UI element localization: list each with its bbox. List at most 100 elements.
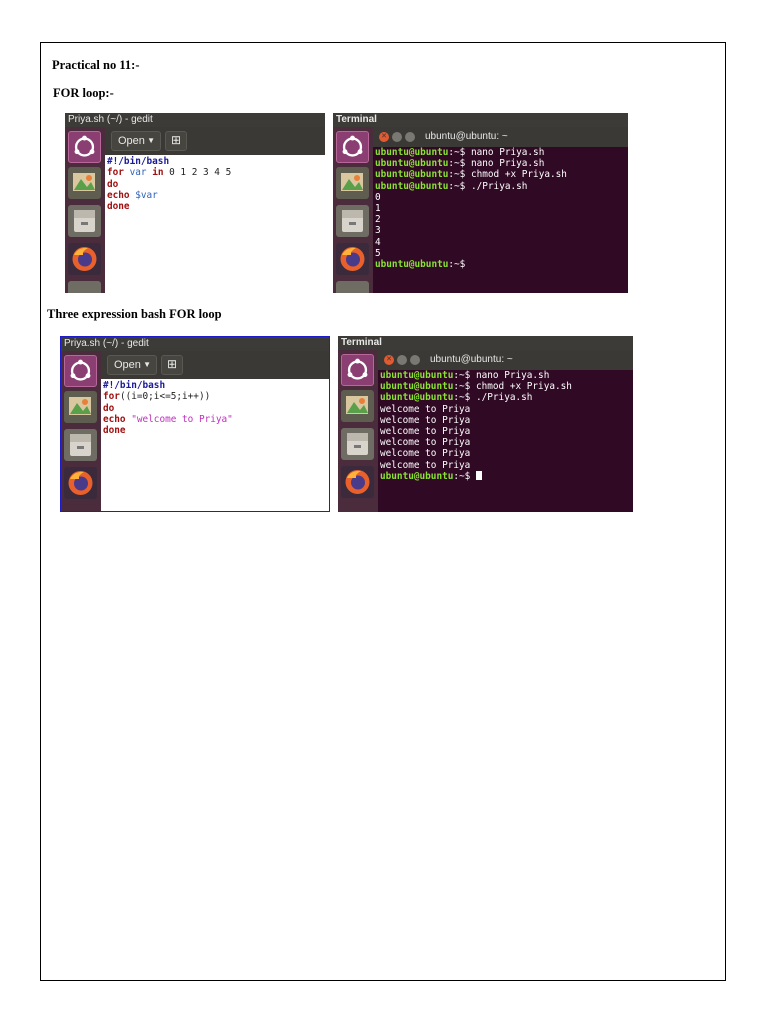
gedit-title-bar: Priya.sh (~/) - gedit bbox=[61, 337, 329, 351]
code-variable: var bbox=[129, 167, 147, 179]
image-viewer-icon[interactable] bbox=[341, 390, 374, 422]
gedit-title-bar: Priya.sh (~/) - gedit bbox=[65, 113, 325, 127]
image-viewer-icon[interactable] bbox=[64, 391, 97, 423]
prompt-path: :~$ bbox=[448, 258, 466, 270]
new-document-icon[interactable]: ⊞ bbox=[161, 355, 183, 375]
code-keyword: done bbox=[107, 201, 130, 213]
terminal-header: ✕ ubuntu@ubuntu: ~ bbox=[373, 127, 628, 147]
image-viewer-icon[interactable] bbox=[68, 167, 101, 199]
ubuntu-dash-icon[interactable] bbox=[336, 131, 369, 163]
gedit-toolbar: Open ▼ ⊞ bbox=[105, 127, 325, 155]
prompt-path: :~$ bbox=[448, 169, 466, 181]
code-variable: $var bbox=[135, 189, 158, 201]
prompt-path: :~$ bbox=[448, 147, 466, 158]
code-keyword: do bbox=[107, 178, 119, 190]
terminal-screenshot-2: Terminal ✕ ubuntu@ubuntu: ~ ubuntu@ubunt… bbox=[338, 336, 633, 512]
prompt-path: :~$ bbox=[448, 158, 466, 170]
ubuntu-dash-icon[interactable] bbox=[341, 354, 374, 386]
prompt-user: ubuntu@ubuntu bbox=[380, 381, 454, 393]
ubuntu-dash-icon[interactable] bbox=[64, 355, 97, 387]
code-editor[interactable]: #!/bin/bash for var in 0 1 2 3 4 5 do echo … bbox=[105, 155, 325, 293]
open-label: Open bbox=[118, 135, 145, 147]
chevron-down-icon: ▼ bbox=[147, 136, 155, 145]
chevron-down-icon: ▼ bbox=[143, 360, 151, 369]
prompt-user: ubuntu@ubuntu bbox=[375, 180, 449, 192]
minimize-icon[interactable] bbox=[397, 355, 407, 365]
terminal-panel-title: Terminal bbox=[338, 336, 633, 350]
output-line: welcome to Priya bbox=[380, 414, 471, 426]
output-line: 0 bbox=[375, 191, 381, 203]
prompt-path: :~$ bbox=[453, 470, 471, 482]
unity-launcher bbox=[61, 351, 101, 511]
code-shebang: #!/bin/bash bbox=[103, 380, 166, 391]
output-line: 4 bbox=[375, 236, 381, 248]
code-keyword: in bbox=[152, 167, 164, 179]
files-icon[interactable] bbox=[336, 205, 369, 237]
output-line: 2 bbox=[375, 214, 381, 226]
close-icon[interactable]: ✕ bbox=[384, 355, 394, 365]
files-icon[interactable] bbox=[64, 429, 97, 461]
unity-launcher bbox=[333, 127, 373, 293]
command-text: chmod +x Priya.sh bbox=[470, 169, 567, 181]
prompt-user: ubuntu@ubuntu bbox=[375, 147, 449, 158]
firefox-icon[interactable] bbox=[68, 243, 101, 275]
unity-launcher bbox=[65, 127, 105, 293]
prompt-user: ubuntu@ubuntu bbox=[380, 392, 454, 404]
prompt-path: :~$ bbox=[453, 381, 471, 393]
prompt-user: ubuntu@ubuntu bbox=[380, 370, 454, 381]
output-line: welcome to Priya bbox=[380, 448, 471, 460]
minimize-icon[interactable] bbox=[392, 132, 402, 142]
new-document-icon[interactable]: ⊞ bbox=[165, 131, 187, 151]
prompt-user: ubuntu@ubuntu bbox=[380, 470, 454, 482]
close-icon[interactable]: ✕ bbox=[379, 132, 389, 142]
open-button[interactable]: Open ▼ bbox=[111, 131, 161, 151]
firefox-icon[interactable] bbox=[341, 466, 374, 498]
output-line: welcome to Priya bbox=[380, 403, 471, 415]
code-text: 0 1 2 3 4 5 bbox=[169, 167, 232, 179]
maximize-icon[interactable] bbox=[405, 132, 415, 142]
output-line: welcome to Priya bbox=[380, 459, 471, 471]
code-keyword: echo bbox=[107, 189, 130, 201]
terminal-header: ✕ ubuntu@ubuntu: ~ bbox=[378, 350, 633, 370]
code-string: "welcome to Priya" bbox=[131, 413, 233, 425]
maximize-icon[interactable] bbox=[410, 355, 420, 365]
open-label: Open bbox=[114, 359, 141, 371]
terminal-screenshot-1: Terminal ✕ ubuntu@ubuntu: ~ ubuntu@ubunt… bbox=[333, 113, 628, 293]
code-keyword: for bbox=[107, 167, 124, 179]
prompt-path: :~$ bbox=[448, 180, 466, 192]
code-keyword: do bbox=[103, 402, 115, 414]
command-text: ./Priya.sh bbox=[475, 392, 533, 404]
firefox-icon[interactable] bbox=[336, 243, 369, 275]
output-line: 5 bbox=[375, 247, 381, 259]
prompt-user: ubuntu@ubuntu bbox=[375, 258, 449, 270]
terminal-output[interactable]: ubuntu@ubuntu:~$ nano Priya.sh ubuntu@ubu… bbox=[373, 147, 628, 293]
output-line: welcome to Priya bbox=[380, 437, 471, 449]
three-expression-heading: Three expression bash FOR loop bbox=[47, 307, 222, 321]
output-line: welcome to Priya bbox=[380, 425, 471, 437]
ubuntu-dash-icon[interactable] bbox=[68, 131, 101, 163]
terminal-panel-title: Terminal bbox=[333, 113, 628, 127]
launcher-item-icon[interactable] bbox=[336, 281, 369, 293]
prompt-user: ubuntu@ubuntu bbox=[375, 169, 449, 181]
open-button[interactable]: Open ▼ bbox=[107, 355, 157, 375]
files-icon[interactable] bbox=[341, 428, 374, 460]
image-viewer-icon[interactable] bbox=[336, 167, 369, 199]
firefox-icon[interactable] bbox=[64, 467, 97, 499]
code-text: ((i=0;i<=5;i++)) bbox=[119, 391, 211, 403]
command-text: chmod +x Priya.sh bbox=[475, 381, 572, 393]
prompt-path: :~$ bbox=[453, 392, 471, 404]
code-editor[interactable]: #!/bin/bash for((i=0;i<=5;i++)) do echo "we… bbox=[101, 379, 329, 511]
launcher-item-icon[interactable] bbox=[68, 281, 101, 293]
terminal-output[interactable]: ubuntu@ubuntu:~$ nano Priya.sh ubuntu@ubu… bbox=[378, 370, 633, 512]
gedit-toolbar: Open ▼ ⊞ bbox=[101, 351, 329, 379]
output-line: 3 bbox=[375, 225, 381, 237]
code-keyword: done bbox=[103, 425, 126, 437]
text-cursor bbox=[475, 470, 482, 480]
code-shebang: #!/bin/bash bbox=[107, 156, 170, 167]
output-line: 1 bbox=[375, 202, 381, 214]
terminal-title: ubuntu@ubuntu: ~ bbox=[425, 131, 508, 142]
prompt-path: :~$ bbox=[453, 370, 471, 381]
code-keyword: echo bbox=[103, 413, 126, 425]
code-keyword: for bbox=[103, 391, 120, 403]
files-icon[interactable] bbox=[68, 205, 101, 237]
